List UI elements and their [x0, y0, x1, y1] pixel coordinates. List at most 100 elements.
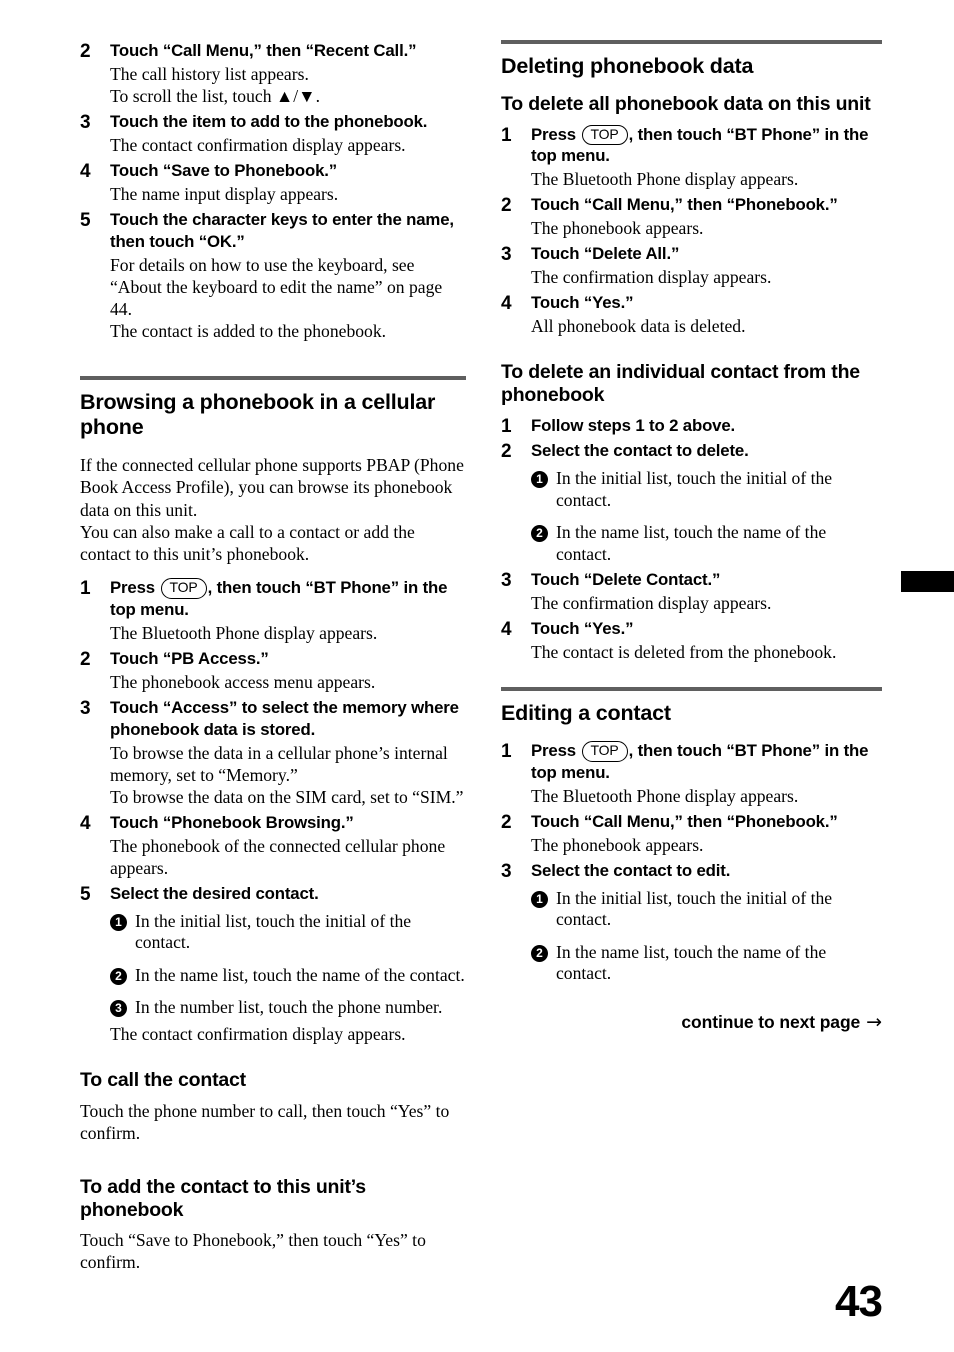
circled-number-icon: 1	[531, 890, 548, 908]
step-title: Press TOP, then touch “BT Phone” in the …	[531, 740, 882, 784]
step-number: 3	[80, 697, 91, 719]
step-item: 3 Select the contact to edit. 1 In the i…	[501, 860, 882, 985]
step-body: The name input display appears.	[110, 183, 339, 204]
chapter-edge-tab	[901, 571, 954, 592]
subsection-heading-call-contact: To call the contact	[80, 1068, 246, 1091]
substep-text: In the name list, touch the name of the …	[135, 964, 465, 985]
circled-number-icon: 2	[531, 944, 548, 962]
step-title: Press TOP, then touch “BT Phone” in the …	[531, 124, 882, 168]
step-item: 3 Touch the item to add to the phonebook…	[80, 111, 466, 156]
circled-number-icon: 3	[110, 1000, 127, 1018]
step-title: Select the desired contact.	[110, 884, 319, 904]
step-item: 2 Touch “PB Access.” The phonebook acces…	[80, 648, 466, 693]
substep-item: 2 In the name list, touch the name of th…	[531, 942, 882, 985]
substep-text: In the initial list, touch the initial o…	[556, 468, 833, 510]
step-title-prefix: Press	[110, 578, 160, 598]
step-body: The contact confirmation display appears…	[110, 1023, 406, 1044]
step-item: 1 Press TOP, then touch “BT Phone” in th…	[501, 740, 882, 807]
step-item: 3 Touch “Access” to select the memory wh…	[80, 697, 466, 808]
step-title: Touch “Phonebook Browsing.”	[110, 813, 354, 833]
step-title: Select the contact to edit.	[531, 860, 731, 880]
step-item: 1 Press TOP, then touch “BT Phone” in th…	[501, 124, 882, 191]
step-number: 2	[501, 195, 512, 217]
page-number: 43	[835, 1277, 883, 1326]
step-title: Touch “Call Menu,” then “Phonebook.”	[531, 195, 838, 215]
step-body: The contact confirmation display appears…	[110, 134, 406, 155]
step-title: Touch “Call Menu,” then “Phonebook.”	[531, 811, 838, 831]
section-divider	[80, 376, 466, 381]
section-heading-editing: Editing a contact	[501, 701, 671, 726]
step-item: 4 Touch “Yes.” All phonebook data is del…	[501, 292, 882, 337]
substep-list: 1 In the initial list, touch the initial…	[531, 468, 882, 565]
right-column: Deleting phonebook data To delete all ph…	[501, 40, 882, 1033]
step-body: The phonebook access menu appears.	[110, 671, 376, 692]
step-item: 2 Select the contact to delete. 1 In the…	[501, 440, 882, 565]
top-key-icon[interactable]: TOP	[581, 124, 628, 146]
substep-item: 1 In the initial list, touch the initial…	[531, 468, 882, 511]
step-number: 4	[80, 161, 91, 183]
step-title: Touch “PB Access.”	[110, 648, 269, 668]
step-body: For details on how to use the keyboard, …	[110, 254, 443, 342]
step-title: Press TOP, then touch “BT Phone” in the …	[110, 577, 466, 621]
step-body: The phonebook of the connected cellular …	[110, 835, 446, 879]
continue-label: continue to next page	[681, 1011, 861, 1032]
step-number: 2	[80, 41, 91, 62]
step-number: 3	[501, 860, 512, 882]
step-item: 2 Touch “Call Menu,” then “Phonebook.” T…	[501, 811, 882, 856]
step-number: 2	[80, 648, 91, 670]
continue-to-next-page: continue to next page →	[501, 1011, 882, 1033]
step-item: 4 Touch “Yes.” The contact is deleted fr…	[501, 618, 882, 663]
section-intro-text: If the connected cellular phone supports…	[80, 455, 464, 564]
step-number: 3	[501, 570, 512, 592]
substep-text: In the initial list, touch the initial o…	[135, 911, 412, 953]
section-heading-deleting: Deleting phonebook data	[501, 54, 754, 78]
step-item: 1 Press TOP, then touch “BT Phone” in th…	[80, 577, 466, 644]
step-number: 1	[501, 124, 512, 146]
step-title: Select the contact to delete.	[531, 441, 749, 461]
step-item: 3 Touch “Delete Contact.” The confirmati…	[501, 569, 882, 614]
step-item: 5 Select the desired contact. 1 In the i…	[80, 883, 466, 1045]
step-body: All phonebook data is deleted.	[531, 316, 746, 337]
step-number: 4	[501, 619, 512, 641]
circled-number-icon: 2	[531, 525, 548, 543]
step-body: The Bluetooth Phone display appears.	[531, 169, 799, 190]
substep-list: 1 In the initial list, touch the initial…	[531, 888, 882, 985]
step-number: 4	[80, 813, 91, 835]
step-body: The Bluetooth Phone display appears.	[531, 785, 799, 806]
subsection-body: Touch “Save to Phonebook,” then touch “Y…	[80, 1230, 426, 1273]
substep-item: 1 In the initial list, touch the initial…	[531, 888, 882, 931]
section-heading-browsing: Browsing a phonebook in a cellular phone	[80, 390, 436, 440]
substep-item: 2 In the name list, touch the name of th…	[531, 522, 882, 565]
step-title: Follow steps 1 to 2 above.	[531, 415, 736, 435]
step-number: 2	[501, 811, 512, 833]
subsection-heading-add-contact: To add the contact to this unit’s phoneb…	[80, 1175, 366, 1221]
step-body: To browse the data in a cellular phone’s…	[110, 742, 464, 807]
step-title: Touch “Delete Contact.”	[531, 570, 721, 590]
subsection-heading-delete-all: To delete all phonebook data on this uni…	[501, 92, 871, 115]
substep-text: In the name list, touch the name of the …	[556, 522, 827, 564]
step-title: Touch the item to add to the phonebook.	[110, 112, 428, 132]
substep-text: In the name list, touch the name of the …	[556, 941, 827, 984]
step-number: 5	[80, 884, 91, 906]
circled-number-icon: 1	[110, 914, 127, 932]
right-arrow-icon: →	[866, 1010, 882, 1033]
step-title: Touch “Delete All.”	[531, 244, 680, 264]
subsection-body: Touch the phone number to call, then tou…	[80, 1100, 450, 1143]
step-number: 1	[80, 578, 91, 600]
step-item: 2 Touch “Call Menu,” then “Recent Call.”…	[80, 40, 466, 107]
top-key-icon[interactable]: TOP	[160, 578, 207, 599]
step-body: The confirmation display appears.	[531, 267, 772, 288]
top-key-icon[interactable]: TOP	[581, 740, 628, 762]
step-number: 1	[501, 740, 512, 762]
step-item: 4 Touch “Save to Phonebook.” The name in…	[80, 160, 466, 205]
step-body: The confirmation display appears.	[531, 592, 772, 613]
step-title: Touch “Access” to select the memory wher…	[110, 697, 459, 739]
step-body: The call history list appears. To scroll …	[110, 63, 320, 106]
circled-number-icon: 2	[110, 967, 127, 985]
substep-text: In the number list, touch the phone numb…	[135, 997, 443, 1018]
